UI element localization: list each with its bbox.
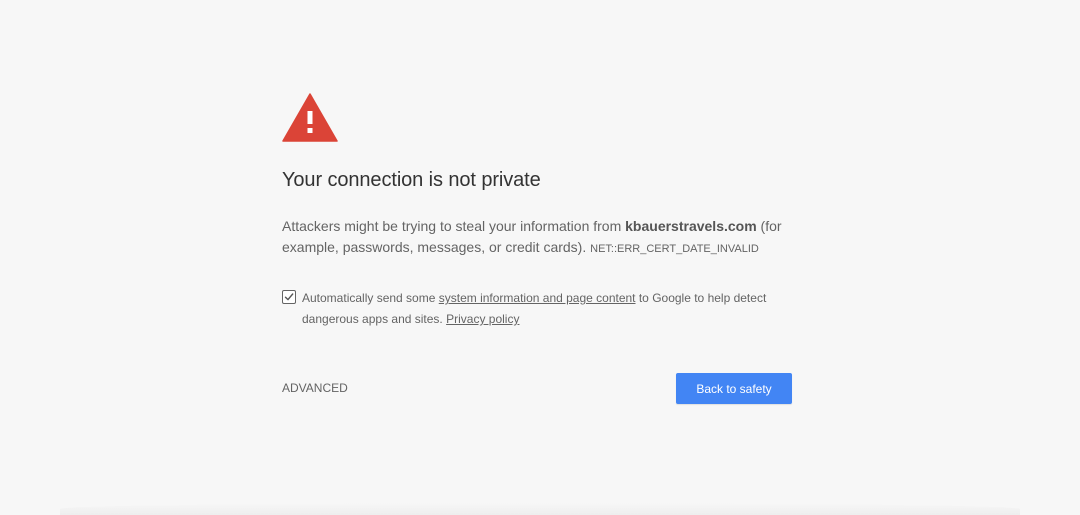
warning-triangle-icon [282, 93, 338, 143]
optin-text-prefix: Automatically send some [302, 291, 439, 305]
checkmark-icon [284, 293, 294, 301]
domain-name: kbauerstravels.com [625, 218, 757, 234]
explanation-prefix: Attackers might be trying to steal your … [282, 218, 626, 234]
page-title: Your connection is not private [282, 169, 541, 191]
interstitial-page: Your connection is not private Attackers… [0, 0, 1080, 515]
reporting-checkbox[interactable] [282, 290, 296, 304]
error-code: NET::ERR_CERT_DATE_INVALID [590, 243, 759, 255]
explanation-paragraph: Attackers might be trying to steal your … [282, 216, 802, 260]
system-information-link[interactable]: system information and page content [439, 291, 636, 305]
optin-label: Automatically send some system informati… [302, 288, 782, 330]
back-to-safety-button[interactable]: Back to safety [676, 373, 792, 404]
bottom-shadow [60, 503, 1020, 515]
privacy-policy-link[interactable]: Privacy policy [446, 312, 519, 326]
advanced-button[interactable]: ADVANCED [282, 381, 348, 395]
